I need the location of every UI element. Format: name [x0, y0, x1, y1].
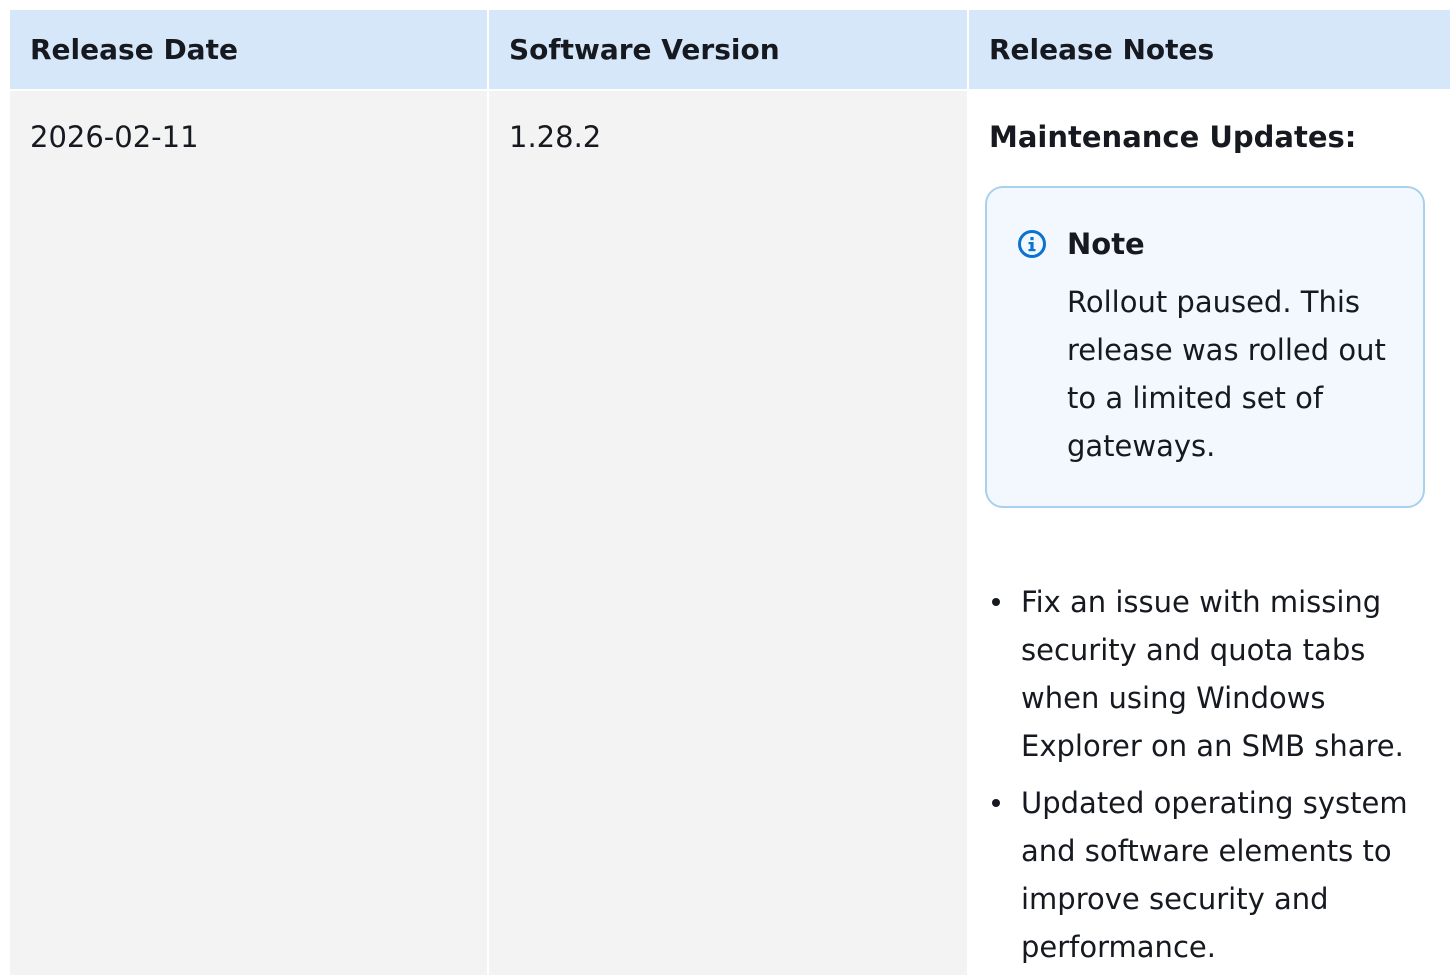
header-release-notes: Release Notes [968, 10, 1450, 90]
release-date: 2026-02-11 [30, 120, 199, 154]
software-version: 1.28.2 [509, 120, 602, 154]
info-icon [1018, 230, 1046, 258]
note-header: Note [1017, 224, 1403, 264]
list-item: Fix an issue with missing security and q… [989, 578, 1440, 770]
note-body: Rollout paused. This release was rolled … [1067, 285, 1386, 463]
release-table: Release Date Software Version Release No… [10, 10, 1450, 975]
header-software-version: Software Version [488, 10, 969, 90]
release-table-container: Release Date Software Version Release No… [10, 10, 1450, 975]
maintenance-updates-heading: Maintenance Updates: [989, 120, 1357, 154]
table-row: 2026-02-11 1.28.2 Maintenance Updates: N… [10, 89, 1450, 975]
note-title: Note [1067, 227, 1145, 261]
note-callout: Note Rollout paused. This release was ro… [985, 186, 1425, 508]
software-version-cell: 1.28.2 [488, 89, 969, 975]
header-release-date: Release Date [10, 10, 489, 90]
release-notes-cell: Maintenance Updates: Note Rollout paused… [968, 89, 1450, 975]
table-header-row: Release Date Software Version Release No… [10, 10, 1450, 90]
updates-list: Fix an issue with missing security and q… [989, 578, 1440, 971]
release-date-cell: 2026-02-11 [10, 89, 489, 975]
list-item: Updated operating system and software el… [989, 779, 1440, 971]
